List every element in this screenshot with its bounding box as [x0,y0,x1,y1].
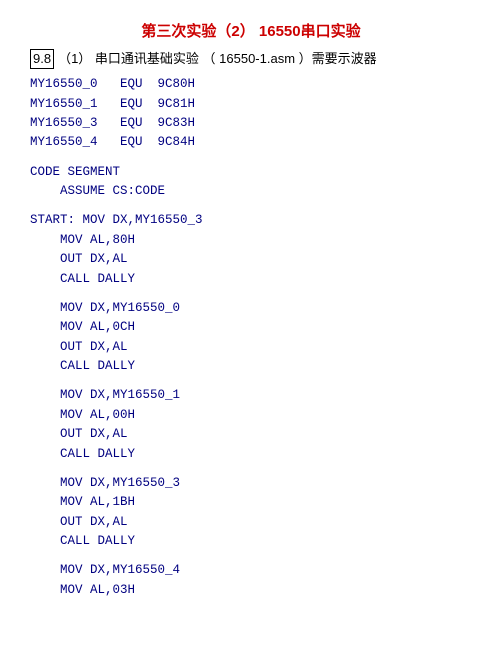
code-line: MOV DX,MY16550_3 [30,474,472,493]
empty-line [30,551,472,561]
code-line: MOV DX,MY16550_1 [30,386,472,405]
code-block: MY16550_0 EQU 9C80HMY16550_1 EQU 9C81HMY… [30,75,472,600]
empty-line [30,201,472,211]
code-line: CALL DALLY [30,357,472,376]
code-line: OUT DX,AL [30,338,472,357]
code-line: MY16550_3 EQU 9C83H [30,114,472,133]
code-line: CALL DALLY [30,532,472,551]
code-line: MY16550_1 EQU 9C81H [30,95,472,114]
code-line: MOV AL,1BH [30,493,472,512]
code-line: CALL DALLY [30,445,472,464]
code-line: MOV DX,MY16550_0 [30,299,472,318]
empty-line [30,376,472,386]
empty-line [30,464,472,474]
code-line: MY16550_4 EQU 9C84H [30,133,472,152]
section-header: 9.8 （1） 串口通讯基础实验 （ 16550-1.asm ）需要示波器 [30,49,472,69]
code-line: OUT DX,AL [30,425,472,444]
page-title: 第三次实验（2） 16550串口实验 [30,20,472,41]
section-number: 9.8 [30,49,54,69]
empty-line [30,153,472,163]
section-title: （1） 串口通讯基础实验 （ 16550-1.asm ）需要示波器 [58,49,377,69]
code-line: MOV AL,80H [30,231,472,250]
code-line: START: MOV DX,MY16550_3 [30,211,472,230]
code-line: MOV AL,0CH [30,318,472,337]
code-line: CODE SEGMENT [30,163,472,182]
code-line: OUT DX,AL [30,513,472,532]
code-line: OUT DX,AL [30,250,472,269]
code-line: CALL DALLY [30,270,472,289]
code-line: MOV DX,MY16550_4 [30,561,472,580]
code-line: MOV AL,00H [30,406,472,425]
code-line: MOV AL,03H [30,581,472,600]
code-line: ASSUME CS:CODE [30,182,472,201]
empty-line [30,289,472,299]
code-line: MY16550_0 EQU 9C80H [30,75,472,94]
